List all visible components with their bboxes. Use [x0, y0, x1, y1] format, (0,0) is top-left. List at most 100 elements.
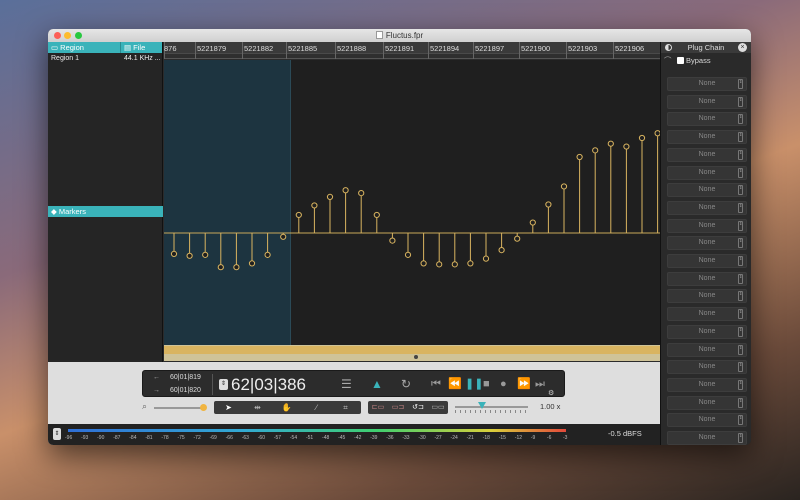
timeline-ruler[interactable]: 876 5221879 5221882 5221885 5221888 5221891 52…	[164, 42, 660, 59]
minimize-window-button[interactable]	[64, 32, 71, 39]
sample-point[interactable]	[451, 261, 458, 268]
time-format-stepper[interactable]: ⇕	[219, 379, 228, 390]
fast-forward-button[interactable]: ⏩	[517, 378, 531, 390]
close-icon[interactable]: ×	[738, 43, 747, 52]
go-to-end-button[interactable]: ⏭	[535, 378, 545, 390]
sample-point[interactable]	[404, 251, 412, 258]
region-row[interactable]: Region 1 44.1 KHz ...	[48, 54, 162, 64]
crop-tool-icon[interactable]: ⌗	[331, 401, 360, 414]
sample-point[interactable]	[560, 183, 568, 190]
main-time-display[interactable]: 62|03|386	[231, 375, 306, 395]
sample-point[interactable]	[389, 237, 396, 244]
plugin-slot[interactable]: None ⇕	[667, 271, 747, 286]
pointer-tool-icon[interactable]: ➤	[214, 401, 243, 414]
plugin-slot-stepper-icon[interactable]: ⇕	[738, 397, 743, 408]
plugin-slot-stepper-icon[interactable]: ⇕	[738, 79, 743, 89]
plugin-slot-stepper-icon[interactable]: ⇕	[738, 256, 743, 266]
sample-point[interactable]	[638, 134, 646, 142]
plugin-slot[interactable]: None ⇕	[667, 307, 747, 322]
metronome-icon[interactable]: ▲	[371, 378, 383, 390]
sample-point[interactable]	[311, 202, 318, 209]
plugin-slot-stepper-icon[interactable]: ⇕	[738, 132, 743, 143]
plugin-slot-stepper-icon[interactable]: ⇕	[738, 167, 743, 178]
plugin-slot[interactable]: None ⇕	[667, 254, 747, 268]
sample-point[interactable]	[576, 153, 583, 161]
record-button[interactable]: ●	[500, 378, 507, 390]
plugin-slot-stepper-icon[interactable]: ⇕	[738, 326, 743, 337]
plugin-slot[interactable]: None ⇕	[667, 130, 747, 145]
sample-point[interactable]	[264, 251, 271, 258]
plugin-slot-stepper-icon[interactable]: ⇕	[738, 362, 743, 373]
plugin-slot-stepper-icon[interactable]: ⇕	[738, 309, 743, 320]
speed-slider-knob[interactable]	[478, 402, 486, 409]
sample-point[interactable]	[186, 252, 193, 259]
plugin-slot[interactable]: None ⇕	[667, 236, 747, 251]
plugin-slot-stepper-icon[interactable]: ⇕	[738, 344, 743, 355]
sample-point[interactable]	[420, 260, 427, 267]
plugin-slot-stepper-icon[interactable]: ⇕	[738, 415, 743, 426]
bypass-checkbox[interactable]	[677, 57, 684, 64]
plugin-slot[interactable]: None ⇕	[667, 183, 747, 198]
waveform-view[interactable]	[164, 60, 660, 345]
sample-point[interactable]	[295, 211, 302, 219]
sample-point[interactable]	[436, 261, 443, 268]
sample-point[interactable]	[467, 260, 474, 267]
snap-region-icon[interactable]: ▭▭	[428, 401, 448, 414]
sample-point[interactable]	[248, 260, 256, 267]
plugin-slot[interactable]: None ⇕	[667, 218, 747, 233]
list-icon[interactable]: ☰	[341, 378, 352, 390]
plugin-slot-stepper-icon[interactable]: ⇕	[738, 433, 743, 443]
plugin-slot[interactable]: None ⇕	[667, 413, 747, 428]
pencil-tool-icon[interactable]: ∕	[302, 401, 331, 414]
plugin-slot-stepper-icon[interactable]: ⇕	[738, 238, 743, 249]
sample-point[interactable]	[498, 247, 505, 254]
sample-point[interactable]	[280, 233, 287, 240]
stop-button[interactable]: ■	[483, 378, 490, 390]
plugin-slot[interactable]: None ⇕	[667, 165, 747, 180]
sample-point[interactable]	[529, 219, 536, 226]
sample-point[interactable]	[342, 187, 349, 194]
gear-icon[interactable]: ⚙	[548, 389, 554, 397]
selection-end-time[interactable]: 60|01|820	[170, 387, 201, 394]
sample-point[interactable]	[623, 143, 630, 150]
plugin-slot-stepper-icon[interactable]: ⇕	[738, 220, 743, 231]
sample-point[interactable]	[482, 255, 490, 262]
sample-point[interactable]	[545, 201, 552, 208]
sample-point[interactable]	[202, 251, 209, 258]
plugin-slot[interactable]: None ⇕	[667, 360, 747, 375]
maximize-window-button[interactable]	[75, 32, 82, 39]
hand-tool-icon[interactable]: ✋	[272, 401, 301, 414]
selection-start-time[interactable]: 60|01|819	[170, 374, 201, 381]
plugin-slot[interactable]: None ⇕	[667, 94, 747, 109]
plugin-slot-stepper-icon[interactable]: ⇕	[738, 379, 743, 390]
region-column-header[interactable]: ▭ Region	[48, 42, 121, 53]
plugin-slot[interactable]: None ⇕	[667, 147, 747, 162]
sample-point[interactable]	[607, 140, 614, 147]
sample-point[interactable]	[217, 264, 224, 271]
sample-point[interactable]	[373, 211, 380, 219]
loop-icon[interactable]: ↻	[401, 378, 411, 390]
go-to-start-button[interactable]: ⏮	[431, 378, 441, 390]
plugin-slot-stepper-icon[interactable]: ⇕	[738, 149, 743, 160]
meter-stepper-icon[interactable]: ⇕	[53, 428, 61, 440]
rewind-button[interactable]: ⏪	[448, 378, 462, 390]
speed-slider[interactable]	[455, 406, 528, 408]
overview-strip[interactable]	[164, 345, 660, 361]
close-window-button[interactable]	[54, 32, 61, 39]
plugin-slot[interactable]: None ⇕	[667, 431, 747, 445]
zoom-slider[interactable]	[154, 407, 204, 409]
plugin-slot[interactable]: None ⇕	[667, 77, 747, 91]
plugin-slot[interactable]: None ⇕	[667, 289, 747, 304]
sample-point[interactable]	[170, 250, 178, 257]
file-column-header[interactable]: ▤ File	[121, 42, 145, 53]
snap-loop-icon[interactable]: ↺⊐	[408, 401, 428, 414]
sample-point[interactable]	[326, 193, 334, 200]
snap-start-icon[interactable]: ⊏▭	[368, 401, 388, 414]
snap-end-icon[interactable]: ▭⊐	[388, 401, 408, 414]
plugin-slot[interactable]: None ⇕	[667, 324, 747, 339]
plugin-slot-stepper-icon[interactable]: ⇕	[738, 185, 743, 196]
plugin-slot-stepper-icon[interactable]: ⇕	[738, 291, 743, 302]
split-tool-icon[interactable]: ⇹	[243, 401, 272, 414]
plugin-slot-stepper-icon[interactable]: ⇕	[738, 114, 743, 125]
pause-button[interactable]: ❚❚	[465, 378, 483, 390]
